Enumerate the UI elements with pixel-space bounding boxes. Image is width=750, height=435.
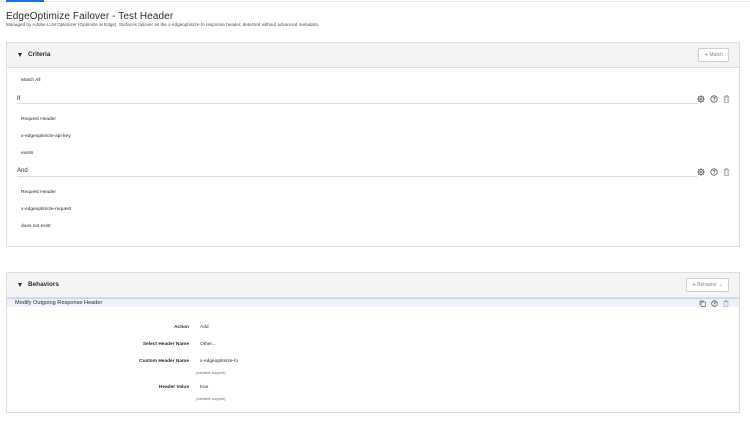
condition-label-if: If bbox=[17, 96, 21, 102]
help-icon[interactable] bbox=[710, 95, 718, 103]
condition-divider bbox=[17, 176, 697, 177]
condition-operator[interactable]: exists bbox=[21, 151, 33, 156]
select-header-name-value[interactable]: Other... bbox=[200, 342, 216, 347]
gear-icon[interactable] bbox=[697, 95, 705, 103]
page-subtitle: Managed by Adobe LLM Optimizer (Optimize… bbox=[6, 22, 320, 27]
custom-header-name-label: Custom Header Name bbox=[139, 359, 189, 364]
trash-icon[interactable] bbox=[723, 168, 730, 176]
header-value-label: Header Value bbox=[158, 385, 189, 390]
plus-icon: + bbox=[691, 281, 697, 289]
add-behavior-label: Behavior bbox=[697, 282, 717, 288]
action-value[interactable]: Add bbox=[200, 325, 209, 330]
criteria-header[interactable]: Criteria + Match bbox=[7, 43, 739, 68]
add-match-button[interactable]: + Match bbox=[698, 48, 729, 62]
add-behavior-button[interactable]: + Behavior ⌄ bbox=[685, 278, 729, 292]
top-divider bbox=[0, 1, 750, 2]
trash-icon[interactable] bbox=[723, 300, 729, 307]
condition-header-name[interactable]: x-edgeoptimize-request bbox=[21, 207, 71, 212]
behaviors-title: Behaviors bbox=[28, 281, 59, 288]
condition-header-name[interactable]: x-edgeoptimize-api-key bbox=[21, 134, 71, 139]
caret-down-icon[interactable] bbox=[18, 283, 22, 287]
criteria-panel: Criteria + Match Match All If Request He… bbox=[6, 42, 740, 247]
header-value-hint: (variable support) bbox=[196, 397, 226, 401]
custom-header-name-value[interactable]: x-edgeoptimize-fo bbox=[200, 359, 238, 364]
condition-label-and: And bbox=[17, 168, 28, 174]
trash-icon[interactable] bbox=[723, 95, 730, 103]
gear-icon[interactable] bbox=[697, 168, 705, 176]
condition-operator[interactable]: does not exist bbox=[21, 224, 51, 229]
copy-icon[interactable] bbox=[699, 300, 706, 307]
behavior-actions bbox=[699, 300, 729, 307]
plus-icon: + bbox=[704, 51, 709, 59]
action-label: Action bbox=[174, 325, 189, 330]
add-match-label: Match bbox=[709, 52, 723, 58]
behavior-item-header[interactable]: Modify Outgoing Response Header bbox=[7, 298, 739, 307]
help-icon[interactable] bbox=[711, 300, 718, 307]
condition-divider bbox=[17, 103, 697, 104]
behaviors-header[interactable]: Behaviors + Behavior ⌄ bbox=[7, 273, 739, 298]
help-icon[interactable] bbox=[710, 168, 718, 176]
select-header-name-label: Select Header Name bbox=[142, 342, 189, 347]
condition-actions bbox=[697, 95, 730, 103]
caret-down-icon[interactable] bbox=[18, 53, 22, 57]
custom-header-name-hint: (variable support) bbox=[196, 371, 226, 375]
page-title: EdgeOptimize Failover - Test Header bbox=[6, 11, 174, 22]
behaviors-panel: Behaviors + Behavior ⌄ Modify Outgoing R… bbox=[6, 272, 740, 413]
behavior-title: Modify Outgoing Response Header bbox=[15, 300, 103, 306]
criteria-title: Criteria bbox=[28, 51, 51, 58]
condition-type[interactable]: Request Header bbox=[21, 117, 56, 122]
condition-actions bbox=[697, 168, 730, 176]
condition-type[interactable]: Request Header bbox=[21, 190, 56, 195]
header-value-value[interactable]: true bbox=[200, 385, 208, 390]
chevron-down-icon: ⌄ bbox=[718, 282, 723, 288]
active-tab-indicator bbox=[6, 0, 44, 2]
match-mode[interactable]: Match All bbox=[21, 78, 40, 83]
